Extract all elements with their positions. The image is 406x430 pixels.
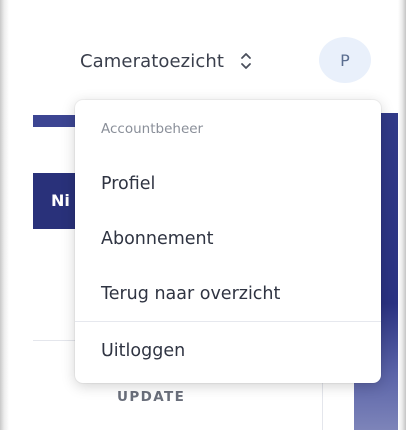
avatar[interactable]: P <box>319 37 371 83</box>
menu-section-title: Accountbeheer <box>101 121 204 137</box>
window-left-edge <box>0 0 9 430</box>
menu-item-label: Profiel <box>101 174 156 194</box>
menu-item-profiel[interactable]: Profiel <box>75 162 381 206</box>
menu-item-label: Abonnement <box>101 229 214 249</box>
menu-divider <box>75 321 381 322</box>
camera-selector[interactable]: Cameratoezicht <box>80 46 252 76</box>
camera-selector-label: Cameratoezicht <box>80 50 224 72</box>
table-column-divider <box>322 383 323 430</box>
menu-item-label: Terug naar overzicht <box>101 284 281 304</box>
update-button[interactable]: UPDATE <box>117 389 185 405</box>
unfold-up-down-icon <box>240 52 252 70</box>
avatar-initial: P <box>340 50 350 70</box>
menu-item-terug-naar-overzicht[interactable]: Terug naar overzicht <box>75 272 381 316</box>
menu-item-abonnement[interactable]: Abonnement <box>75 217 381 261</box>
table-header-text: Ni <box>51 191 70 210</box>
logout-button[interactable]: Uitloggen <box>75 329 381 373</box>
logout-label: Uitloggen <box>101 341 186 361</box>
window-right-edge <box>398 0 406 430</box>
account-dropdown-menu: Accountbeheer Profiel Abonnement Terug n… <box>75 100 381 383</box>
